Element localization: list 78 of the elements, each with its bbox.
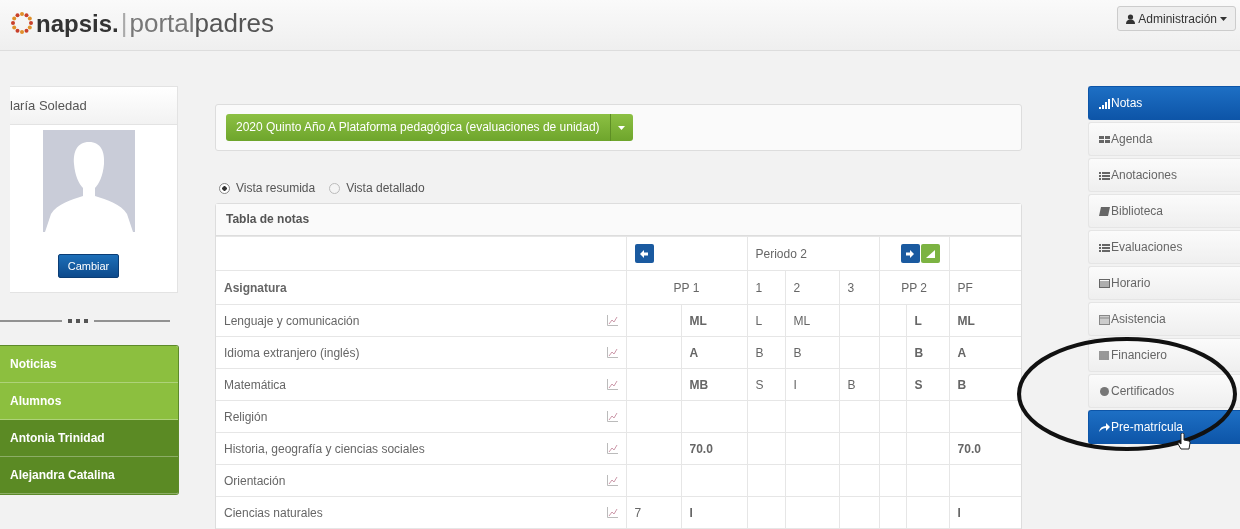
line-chart-icon bbox=[606, 475, 618, 486]
grade-value: B bbox=[847, 377, 856, 392]
next-button[interactable] bbox=[900, 244, 920, 263]
grade-value: 70.0 bbox=[957, 441, 981, 456]
nav-item[interactable]: Notas bbox=[1088, 86, 1240, 120]
column-header: 1 bbox=[747, 270, 785, 305]
line-chart-icon bbox=[606, 379, 618, 390]
grade-value: I bbox=[689, 505, 693, 520]
user-menu-button[interactable]: Administración bbox=[1117, 6, 1236, 31]
grade-value: L bbox=[755, 313, 763, 328]
grade-value: 7 bbox=[634, 505, 642, 520]
table-title: Tabla de notas bbox=[216, 204, 1021, 236]
grade-value: ML bbox=[793, 313, 811, 328]
grade-value: A bbox=[689, 345, 699, 360]
nav-item[interactable]: Anotaciones bbox=[1088, 158, 1240, 192]
subject-name: Lenguaje y comunicación bbox=[224, 313, 360, 328]
subject-name: Orientación bbox=[224, 473, 286, 488]
grade-value: B bbox=[914, 345, 924, 360]
grade-value: B bbox=[755, 345, 764, 360]
period-label: Periodo 2 bbox=[747, 236, 880, 271]
column-header: Asignatura bbox=[216, 270, 626, 305]
nav-item[interactable]: Agenda bbox=[1088, 122, 1240, 156]
line-chart-icon bbox=[606, 443, 618, 454]
student-item[interactable]: Antonia Trinidad bbox=[0, 420, 178, 457]
line-chart-icon bbox=[606, 507, 618, 518]
line-chart-icon bbox=[606, 315, 618, 326]
change-button[interactable]: Cambiar bbox=[57, 254, 120, 278]
grade-value: ML bbox=[957, 313, 975, 328]
calendar-icon bbox=[1099, 313, 1110, 325]
grade-value: L bbox=[914, 313, 922, 328]
share-arrow-icon bbox=[1099, 421, 1110, 433]
column-header: PP 2 bbox=[879, 270, 950, 305]
sun-icon bbox=[10, 11, 34, 35]
logo[interactable]: napsis.|portalpadres bbox=[0, 0, 274, 36]
nav-item[interactable]: Asistencia bbox=[1088, 302, 1240, 336]
subject-name: Matemática bbox=[224, 377, 287, 392]
column-header: 3 bbox=[839, 270, 880, 305]
caret-icon bbox=[1220, 16, 1227, 21]
grade-value: ML bbox=[689, 313, 707, 328]
list-icon bbox=[1099, 241, 1110, 253]
grade-value: I bbox=[793, 377, 797, 392]
grade-value: I bbox=[957, 505, 961, 520]
subject-name: Ciencias naturales bbox=[224, 505, 323, 520]
radio-option[interactable]: Vista resumida bbox=[219, 181, 316, 195]
chart-icon bbox=[925, 249, 935, 258]
nav-item[interactable]: Pre-matrícula bbox=[1088, 410, 1240, 444]
caret-icon bbox=[618, 125, 626, 130]
nav-item[interactable]: Evaluaciones bbox=[1088, 230, 1240, 264]
book-icon bbox=[1099, 205, 1110, 217]
subject-name: Historia, geografía y ciencias sociales bbox=[224, 441, 425, 456]
column-header: PP 1 bbox=[626, 270, 747, 305]
grade-value: B bbox=[957, 377, 967, 392]
nav-item[interactable]: Biblioteca bbox=[1088, 194, 1240, 228]
radio-option[interactable]: Vista detallado bbox=[329, 181, 425, 195]
table-icon bbox=[1099, 277, 1110, 289]
list-icon bbox=[1099, 169, 1110, 181]
nav-item[interactable]: Horario bbox=[1088, 266, 1240, 300]
grade-value: S bbox=[914, 377, 923, 392]
grid-icon bbox=[1099, 133, 1110, 145]
nav-item[interactable]: Certificados bbox=[1088, 374, 1240, 408]
arrow-left-icon bbox=[640, 249, 648, 258]
dot-icon bbox=[1099, 385, 1110, 397]
student-item[interactable]: Alejandra Catalina bbox=[0, 457, 178, 494]
grade-value: S bbox=[755, 377, 764, 392]
hand-cursor-icon bbox=[1177, 433, 1191, 451]
grade-value: A bbox=[957, 345, 967, 360]
signal-bars-icon bbox=[1099, 97, 1110, 109]
user-icon bbox=[1126, 13, 1136, 24]
subject-name: Religión bbox=[224, 409, 268, 424]
arrow-right-icon bbox=[906, 249, 915, 258]
subject-name: Idioma extranjero (inglés) bbox=[224, 345, 360, 360]
column-header: 2 bbox=[785, 270, 839, 305]
previous-button[interactable] bbox=[634, 244, 654, 263]
grade-value: 70.0 bbox=[689, 441, 713, 456]
line-chart-icon bbox=[606, 347, 618, 358]
line-chart-icon bbox=[606, 411, 618, 422]
grade-value: MB bbox=[689, 377, 709, 392]
grade-value: B bbox=[793, 345, 802, 360]
